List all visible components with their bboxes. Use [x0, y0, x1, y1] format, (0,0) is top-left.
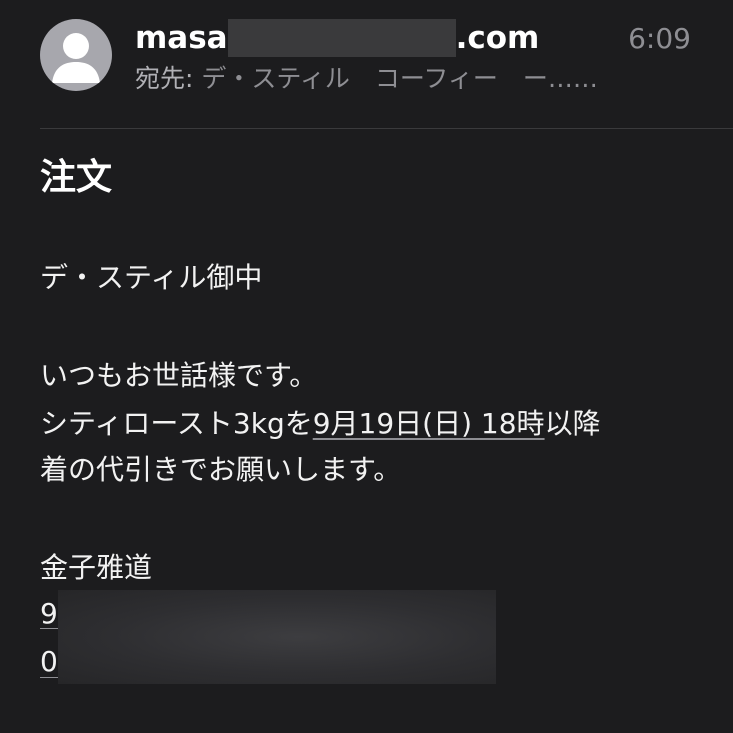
- received-time: 6:09: [628, 22, 691, 55]
- email-subject: 注文: [40, 157, 113, 198]
- sender-address-end: .com: [455, 20, 540, 56]
- sender-address-start: masa: [135, 20, 228, 56]
- signature-line-1-underline: [40, 628, 58, 629]
- order-text-end: 以降: [544, 407, 601, 440]
- redacted-contact-block: [58, 590, 496, 684]
- order-line-2: 着の代引きでお願いします。: [40, 453, 402, 486]
- order-date-link[interactable]: 9月19日(日) 18時: [313, 407, 545, 440]
- recipients-row[interactable]: 宛先: デ・スティル コーフィー ー……: [135, 62, 598, 96]
- order-text-start: シティロースト3kgを: [40, 407, 313, 440]
- signature-name: 金子雅道: [40, 551, 153, 584]
- salutation-line: デ・スティル御中: [40, 261, 263, 294]
- sender-avatar[interactable]: [40, 19, 112, 91]
- redacted-sender-segment: [227, 19, 456, 57]
- greeting-line: いつもお世話様です。: [40, 359, 318, 392]
- signature-line-2-underline: [40, 677, 58, 678]
- person-silhouette-icon: [52, 33, 100, 83]
- header-divider: [40, 128, 733, 129]
- sender-address[interactable]: masa .com: [135, 18, 539, 58]
- signature-line-2[interactable]: 0: [40, 642, 58, 682]
- recipients-label: 宛先:: [135, 64, 194, 93]
- order-line: シティロースト3kgを9月19日(日) 18時以降: [40, 404, 601, 444]
- recipients-value: デ・スティル コーフィー ー……: [201, 64, 598, 93]
